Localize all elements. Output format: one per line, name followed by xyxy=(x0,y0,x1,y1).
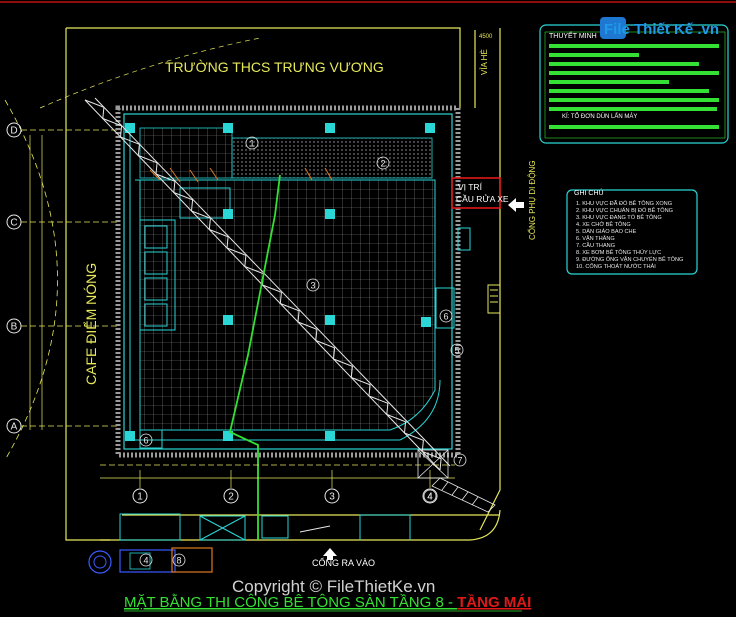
legend-title: GHI CHÚ xyxy=(574,188,604,197)
legend-item: 4. XE CHỞ BÊ TÔNG xyxy=(576,220,631,228)
column xyxy=(325,123,335,133)
column xyxy=(421,317,431,327)
car-wash-label-2: CẦU RỬA XE xyxy=(456,193,509,204)
legend-item: 8. XE BƠM BÊ TÔNG THỦY LỰC xyxy=(576,248,661,256)
column xyxy=(325,315,335,325)
column xyxy=(125,431,135,441)
zone-mark-label: 7 xyxy=(457,456,462,466)
zone-mark-label: 6 xyxy=(443,312,448,322)
axis-number: 2 xyxy=(228,492,234,503)
zone-mark-label: 8 xyxy=(176,556,181,566)
logo-text: File Thiết Kế .vn xyxy=(604,21,719,38)
notes-line: KÍ: TỔ ĐƠN DÙN LẤN MÁY xyxy=(562,113,637,120)
zone-mark-label: 1 xyxy=(249,139,254,149)
zone-mark-label: 4 xyxy=(427,492,432,502)
legend-item: 2. KHU VỰC CHUẨN BỊ ĐỔ BÊ TÔNG xyxy=(576,206,673,214)
column xyxy=(325,209,335,219)
construction-site-plan: D C B A 1 2 3 4 VỊ TRÍ CẦU RỬA XE THUYẾT MI… xyxy=(0,0,736,617)
zone-mark-label: 2 xyxy=(380,159,385,169)
zone-2-strip xyxy=(231,137,433,179)
column xyxy=(223,209,233,219)
legend-item: 10. CỐNG THOÁT NƯỚC THẢI xyxy=(576,263,656,270)
column xyxy=(223,315,233,325)
zone-mark-label: 3 xyxy=(310,281,315,291)
side-gate-label: CỔNG PHỤ DI ĐỘNG xyxy=(528,160,537,240)
zone-1-block xyxy=(139,127,233,179)
legend-item: 7. CẦU THANG xyxy=(576,242,615,249)
axis-letter: D xyxy=(10,126,17,137)
axis-number: 3 xyxy=(329,492,335,503)
plan-title-floor: TẦNG MÁI xyxy=(457,594,531,611)
watermark: Copyright © FileThietKe.vn xyxy=(232,577,435,596)
legend-item: 3. KHU VỰC ĐANG TỔ BÊ TÔNG xyxy=(576,213,662,221)
column xyxy=(223,123,233,133)
legend-item: 6. VẬN THĂNG xyxy=(576,235,615,242)
axis-number: 1 xyxy=(137,492,143,503)
axis-letter: C xyxy=(10,218,17,229)
column xyxy=(325,431,335,441)
zone-mark-label: 5 xyxy=(454,346,459,356)
zone-mark-label: 6 xyxy=(143,436,148,446)
sidewalk-label: VỈA HÈ xyxy=(480,49,489,75)
dim-top-label: 4500 xyxy=(479,34,493,40)
legend-item: 5. DÀN GIÁO BAO CHE xyxy=(576,228,637,235)
cafe-label: CAFE ĐIỂM NÓNG xyxy=(82,263,99,385)
axis-letter: A xyxy=(11,422,18,433)
zone-mark-label: 4 xyxy=(143,556,148,566)
axis-letter: B xyxy=(11,322,18,333)
legend-item: 9. ĐƯỜNG ỐNG VẬN CHUYỂN BÊ TÔNG xyxy=(576,255,683,263)
column xyxy=(425,123,435,133)
column xyxy=(125,123,135,133)
car-wash-label-1: VỊ TRÍ xyxy=(458,182,483,192)
main-gate-label: CỔNG RA VÀO xyxy=(312,557,375,568)
site-logo: File Thiết Kế .vn xyxy=(600,17,719,39)
school-label: TRƯỜNG THCS TRƯNG VƯƠNG xyxy=(165,59,384,75)
legend-item: 1. KHU VỰC ĐÃ ĐỔ BÊ TÔNG XONG xyxy=(576,199,672,207)
